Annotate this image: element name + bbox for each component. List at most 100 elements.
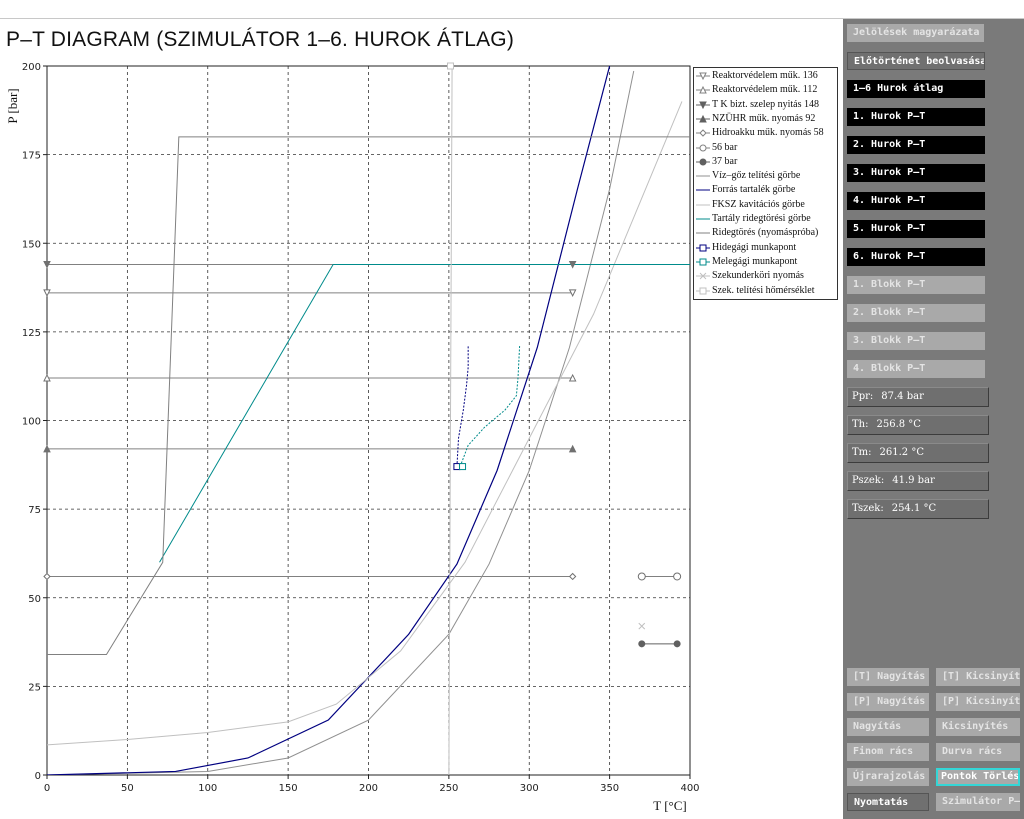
circle-marker bbox=[673, 572, 682, 581]
control-button[interactable]: Nyomtatás bbox=[847, 793, 929, 811]
y-tick-label: 75 bbox=[28, 505, 41, 516]
legend-item: Ridegtörés (nyomáspróba) bbox=[696, 226, 836, 240]
legend-item: FKSZ kavitációs görbe bbox=[696, 198, 836, 212]
readout-value: 87.4 bar bbox=[881, 391, 924, 402]
triangle-down-icon bbox=[696, 72, 710, 81]
legend-item: Víz–gőz telítési görbe bbox=[696, 169, 836, 183]
legend-label: Szek. telítési hőmérséklet bbox=[712, 284, 815, 296]
sec-sat-marker bbox=[446, 62, 454, 70]
sidebar-button[interactable]: 3. Blokk P–T bbox=[847, 332, 985, 350]
sidebar-button[interactable]: 2. Blokk P–T bbox=[847, 304, 985, 322]
x-tick-label: 200 bbox=[359, 783, 378, 794]
readout-label: Pszek: bbox=[852, 475, 885, 486]
triangle-up-open-icon bbox=[696, 86, 710, 94]
hot-leg-point bbox=[459, 463, 467, 471]
sidebar-button[interactable]: 1. Blokk P–T bbox=[847, 276, 985, 294]
legend-item: Melegági munkapont bbox=[696, 255, 836, 269]
y-axis-label: P [bar] bbox=[5, 88, 20, 123]
legend-label: Hidegági munkapont bbox=[712, 241, 797, 253]
legend-item: Szek. telítési hőmérséklet bbox=[696, 284, 836, 298]
control-button[interactable]: [T] Kicsinyítés bbox=[936, 668, 1020, 686]
legend-label: 37 bar bbox=[712, 155, 738, 167]
series-line bbox=[159, 264, 690, 563]
legend-label: Hidroakku műk. nyomás 58 bbox=[712, 127, 824, 139]
y-tick-label: 125 bbox=[22, 328, 41, 339]
control-button[interactable]: Finom rács bbox=[847, 743, 929, 761]
square-open-icon bbox=[696, 244, 710, 252]
legend-label: Víz–gőz telítési görbe bbox=[712, 170, 801, 182]
control-button[interactable]: [P] Kicsinyítés bbox=[936, 693, 1020, 711]
line-icon bbox=[696, 232, 710, 234]
x-axis-label: T [°C] bbox=[653, 798, 686, 813]
square-open-icon bbox=[696, 287, 710, 294]
sidebar-button[interactable]: 2. Hurok P–T bbox=[847, 136, 985, 154]
sidebar-button[interactable]: 4. Blokk P–T bbox=[847, 360, 985, 378]
legend-item: NZÜHR műk. nyomás 92 bbox=[696, 112, 836, 126]
triangle-up-filled-icon bbox=[696, 114, 710, 123]
readout-label: Ppr: bbox=[852, 391, 874, 402]
cold-leg-point bbox=[453, 463, 461, 471]
control-button[interactable]: [P] Nagyítás bbox=[847, 693, 929, 711]
control-button[interactable]: Szimulátor P–T bbox=[936, 793, 1020, 811]
sidebar-button[interactable]: 1–6 Hurok átlag bbox=[847, 80, 985, 98]
line-icon bbox=[696, 189, 710, 191]
x-tick-label: 0 bbox=[44, 783, 50, 794]
triangle-down-filled-icon bbox=[696, 101, 710, 109]
legend-label: Ridegtörés (nyomáspróba) bbox=[712, 227, 819, 239]
series-9 bbox=[47, 101, 683, 746]
control-button[interactable]: Nagyítás bbox=[847, 718, 929, 736]
square-open-icon bbox=[696, 258, 710, 266]
legend-item: T K bizt. szelep nyitás 148 bbox=[696, 98, 836, 112]
readout-field: Th: 256.8 °C bbox=[847, 415, 989, 435]
control-button[interactable]: Durva rács bbox=[936, 743, 1020, 761]
sidebar-button[interactable]: 3. Hurok P–T bbox=[847, 164, 985, 182]
legend-item: 37 bar bbox=[696, 155, 836, 169]
control-button[interactable]: Pontok Törlése bbox=[936, 768, 1020, 786]
line-icon bbox=[696, 204, 710, 206]
sidebar-button[interactable]: Előtörténet beolvasása bbox=[847, 52, 985, 70]
line-icon bbox=[696, 218, 710, 220]
legend-label: FKSZ kavitációs görbe bbox=[712, 198, 805, 210]
sidebar: Jelölések magyarázata Előtörténet beolvas… bbox=[843, 19, 1024, 819]
readout-field: Ppr: 87.4 bar bbox=[847, 387, 989, 407]
legend-item: Reaktorvédelem műk. 112 bbox=[696, 83, 836, 97]
readout-label: Tm: bbox=[852, 447, 872, 458]
series-7 bbox=[47, 70, 635, 775]
line-end-marker bbox=[568, 572, 577, 581]
legend-label: Szekunderköri nyomás bbox=[712, 270, 804, 282]
legend-item: 56 bar bbox=[696, 141, 836, 155]
x-tick-label: 350 bbox=[600, 783, 619, 794]
y-tick-label: 175 bbox=[22, 151, 41, 162]
sidebar-button[interactable]: Jelölések magyarázata bbox=[847, 24, 984, 42]
line-start-marker bbox=[43, 572, 51, 581]
control-button[interactable]: Újrarajzolás bbox=[847, 768, 929, 786]
legend-item: Tartály ridegtörési görbe bbox=[696, 212, 836, 226]
readout-field: Tszek: 254.1 °C bbox=[847, 499, 989, 519]
x-tick-label: 50 bbox=[121, 783, 134, 794]
legend-item: Hidegági munkapont bbox=[696, 241, 836, 255]
control-button[interactable]: [T] Nagyítás bbox=[847, 668, 929, 686]
readout-field: Tm: 261.2 °C bbox=[847, 443, 989, 463]
legend-label: NZÜHR műk. nyomás 92 bbox=[712, 112, 816, 124]
sidebar-button[interactable]: 6. Hurok P–T bbox=[847, 248, 985, 266]
legend-item: Forrás tartalék görbe bbox=[696, 183, 836, 197]
diamond-open-icon bbox=[696, 129, 710, 137]
series-14 bbox=[638, 622, 646, 630]
y-tick-label: 0 bbox=[35, 771, 41, 782]
sidebar-button[interactable]: 4. Hurok P–T bbox=[847, 192, 985, 210]
readout-label: Th: bbox=[852, 419, 869, 430]
legend-label: Reaktorvédelem műk. 112 bbox=[712, 84, 818, 96]
line-icon bbox=[696, 175, 710, 177]
readout-label: Tszek: bbox=[852, 503, 884, 514]
y-tick-label: 200 bbox=[22, 62, 41, 73]
sidebar-button[interactable]: 5. Hurok P–T bbox=[847, 220, 985, 238]
y-tick-label: 150 bbox=[22, 239, 41, 250]
legend-label: T K bizt. szelep nyitás 148 bbox=[712, 98, 820, 110]
readout-value: 261.2 °C bbox=[879, 447, 924, 458]
chart-legend: Reaktorvédelem műk. 136 Reaktorvédelem mű… bbox=[693, 67, 838, 300]
control-button[interactable]: Kicsinyítés bbox=[936, 718, 1020, 736]
series-10 bbox=[159, 264, 690, 563]
legend-item: Szekunderköri nyomás bbox=[696, 269, 836, 283]
sidebar-button[interactable]: 1. Hurok P–T bbox=[847, 108, 985, 126]
x-tick-label: 100 bbox=[198, 783, 217, 794]
